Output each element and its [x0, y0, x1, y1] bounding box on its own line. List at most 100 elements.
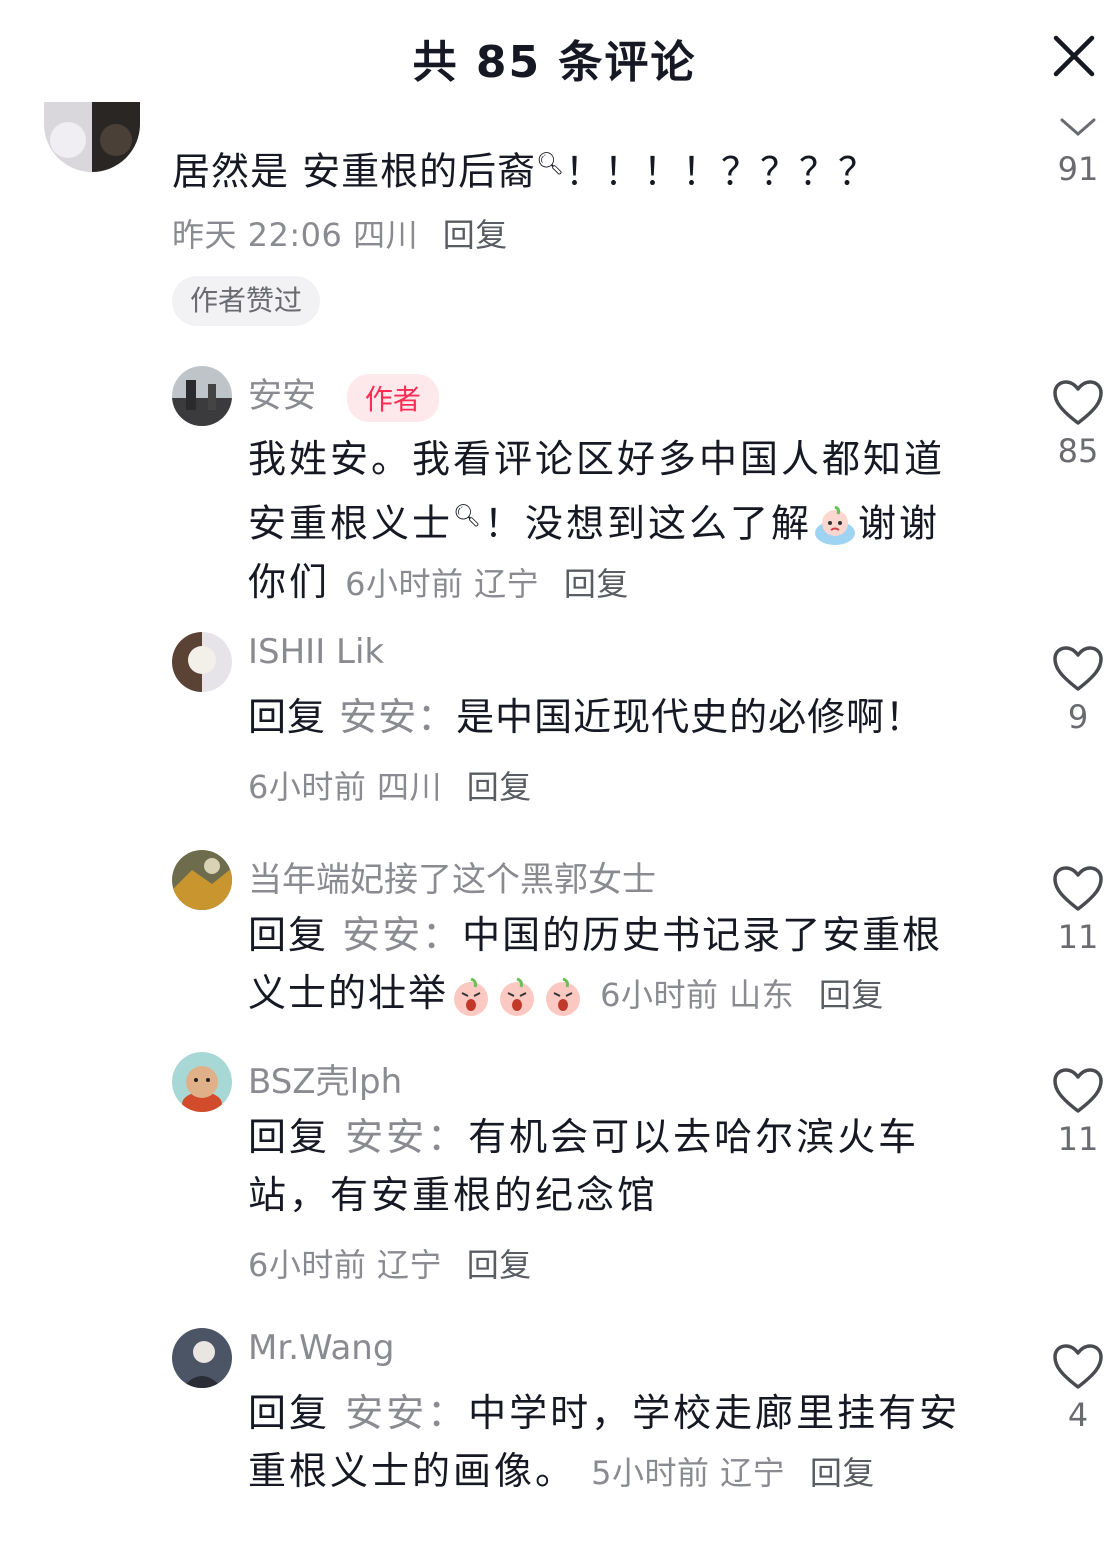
comment-meta: 6小时前 辽宁 回复	[345, 565, 629, 603]
username[interactable]: Mr.Wang	[248, 1328, 394, 1368]
comment-time: 6小时前	[345, 564, 464, 603]
like-column: 11	[1048, 864, 1108, 956]
like-count: 85	[1057, 432, 1099, 470]
reply-to-user[interactable]: 安安：	[339, 695, 456, 739]
reply-button[interactable]: 回复	[467, 768, 532, 806]
reply-to-user[interactable]: 安安：	[345, 1115, 468, 1159]
comment-text-part: 是中国近现代史的必修啊！	[456, 695, 925, 739]
like-count: 11	[1057, 1120, 1099, 1158]
comment-time: 6小时前	[248, 768, 367, 806]
reply-to-user[interactable]: 安安：	[345, 1391, 468, 1435]
comment-meta: 昨天 22:06 四川 回复	[172, 210, 508, 256]
chevron-down-icon[interactable]	[1058, 118, 1098, 138]
comment-location: 辽宁	[474, 564, 540, 603]
avatar[interactable]	[172, 850, 232, 910]
comment-meta: 5小时前 辽宁 回复	[591, 1454, 875, 1492]
comment-time: 昨天 22:06	[172, 216, 343, 254]
comment-text-part: 你们	[248, 559, 331, 604]
like-column: 91	[1048, 150, 1108, 188]
username[interactable]: 当年端妃接了这个黑郭女士	[248, 852, 656, 901]
comment-time: 5小时前	[591, 1454, 710, 1492]
like-column: 4	[1048, 1342, 1108, 1434]
comment-text-part: 中学时，学校走廊里挂有安	[468, 1391, 961, 1435]
comment-line: 义士的壮举 6小时前 山东 回复	[248, 964, 942, 1024]
reply-prefix: 回复	[248, 1391, 331, 1435]
like-count: 4	[1067, 1396, 1089, 1434]
comment-time: 6小时前	[248, 1246, 367, 1284]
reply-button[interactable]: 回复	[467, 1246, 532, 1284]
comment-text: 居然是 安重根的后裔🔍︎！！！！？？？？	[172, 136, 877, 201]
comment-line: 回复 安安：中学时，学校走廊里挂有安	[248, 1384, 960, 1442]
username[interactable]: ISHII Lik	[248, 632, 384, 672]
comment-line: 回复 安安：有机会可以去哈尔滨火车	[248, 1108, 919, 1166]
comment-text-part: ！没想到这么了解	[483, 501, 812, 546]
close-icon[interactable]	[1050, 32, 1098, 80]
comment-text-part: 重根义士的画像。	[248, 1449, 577, 1493]
comment-text: 回复 安安：中学时，学校走廊里挂有安 重根义士的画像。 5小时前 辽宁 回复	[248, 1384, 960, 1502]
comment-line: 你们 6小时前 辽宁 回复	[248, 553, 945, 613]
comment-text-part: 中国的历史书记录了安重根	[462, 913, 943, 957]
username[interactable]: BSZ壳lph	[248, 1054, 402, 1103]
comment-text-part: 居然是 安重根的后裔	[172, 149, 537, 194]
username[interactable]: 安安 作者	[248, 368, 439, 422]
reply-button[interactable]: 回复	[819, 976, 884, 1014]
heart-outline-icon[interactable]	[1051, 864, 1105, 914]
comment-text-part: 谢谢	[857, 501, 940, 546]
heart-outline-icon[interactable]	[1051, 1342, 1105, 1392]
comment-location: 辽宁	[377, 1246, 443, 1284]
comment-text: 我姓安。我看评论区好多中国人都知道 安重根义士🔍︎！没想到这么了解 谢谢 你们 …	[248, 430, 945, 613]
angry-peach-emoji-icon	[500, 977, 535, 1016]
like-column: 9	[1048, 644, 1108, 736]
reply-prefix: 回复	[248, 1115, 331, 1159]
reply-prefix: 回复	[248, 695, 327, 739]
search-icon[interactable]: 🔍︎	[536, 152, 565, 177]
highlight-keyword[interactable]: 安重根义士	[248, 502, 453, 546]
comment-text: 回复 安安：是中国近现代史的必修啊！	[248, 688, 924, 746]
reply-button[interactable]: 回复	[810, 1454, 875, 1492]
comment-time: 6小时前	[600, 976, 719, 1014]
heart-outline-icon[interactable]	[1051, 644, 1105, 694]
comment-meta: 6小时前 四川 回复	[248, 762, 532, 808]
like-count: 91	[1057, 150, 1099, 188]
heart-outline-icon[interactable]	[1051, 378, 1105, 428]
like-column: 85	[1048, 378, 1108, 470]
angry-peach-emoji-icon	[454, 977, 489, 1016]
reply-to-user[interactable]: 安安：	[342, 913, 462, 957]
heart-outline-icon[interactable]	[1051, 1066, 1105, 1116]
reply-prefix: 回复	[248, 913, 329, 957]
comment-text-part: ！！！！？？？？	[565, 149, 878, 194]
comment-meta: 6小时前 山东 回复	[600, 976, 884, 1014]
comment-line: 安重根义士🔍︎！没想到这么了解 谢谢	[248, 488, 945, 553]
comment-count-title: 共 85 条评论	[412, 37, 697, 88]
like-count: 11	[1057, 918, 1099, 956]
comment-location: 四川	[353, 216, 419, 254]
avatar[interactable]	[44, 102, 140, 172]
comment-line: 回复 安安：中国的历史书记录了安重根	[248, 906, 942, 964]
comment-location: 山东	[729, 976, 795, 1014]
like-column: 11	[1048, 1066, 1108, 1158]
author-liked-tag: 作者赞过	[172, 276, 321, 326]
avatar[interactable]	[172, 632, 232, 692]
reply-button[interactable]: 回复	[564, 565, 629, 603]
avatar[interactable]	[172, 1052, 232, 1112]
comment-line: 站，有安重根的纪念馆	[248, 1173, 659, 1217]
like-count: 9	[1067, 698, 1089, 736]
avatar[interactable]	[172, 1328, 232, 1388]
comments-header: 共 85 条评论	[0, 0, 1109, 110]
username-text[interactable]: 安安	[248, 376, 316, 416]
comment-line: 重根义士的画像。 5小时前 辽宁 回复	[248, 1442, 960, 1502]
angry-peach-emoji-icon	[546, 977, 581, 1016]
comment-text: 回复 安安：中国的历史书记录了安重根 义士的壮举 6小时前 山东 回复	[248, 906, 942, 1024]
comment-location: 辽宁	[720, 1454, 786, 1492]
reply-button[interactable]: 回复	[443, 216, 508, 254]
comment-text: 回复 安安：有机会可以去哈尔滨火车 站，有安重根的纪念馆	[248, 1108, 919, 1224]
avatar[interactable]	[172, 366, 232, 426]
comment-text-part: 义士的壮举	[248, 971, 449, 1015]
crying-emoji-icon	[814, 505, 855, 546]
search-icon[interactable]: 🔍︎	[453, 504, 484, 529]
author-badge: 作者	[346, 373, 439, 422]
comment-location: 四川	[377, 768, 443, 806]
comment-line: 我姓安。我看评论区好多中国人都知道	[248, 437, 946, 481]
comment-meta: 6小时前 辽宁 回复	[248, 1240, 532, 1286]
comment-text-part: 有机会可以去哈尔滨火车	[468, 1115, 920, 1159]
